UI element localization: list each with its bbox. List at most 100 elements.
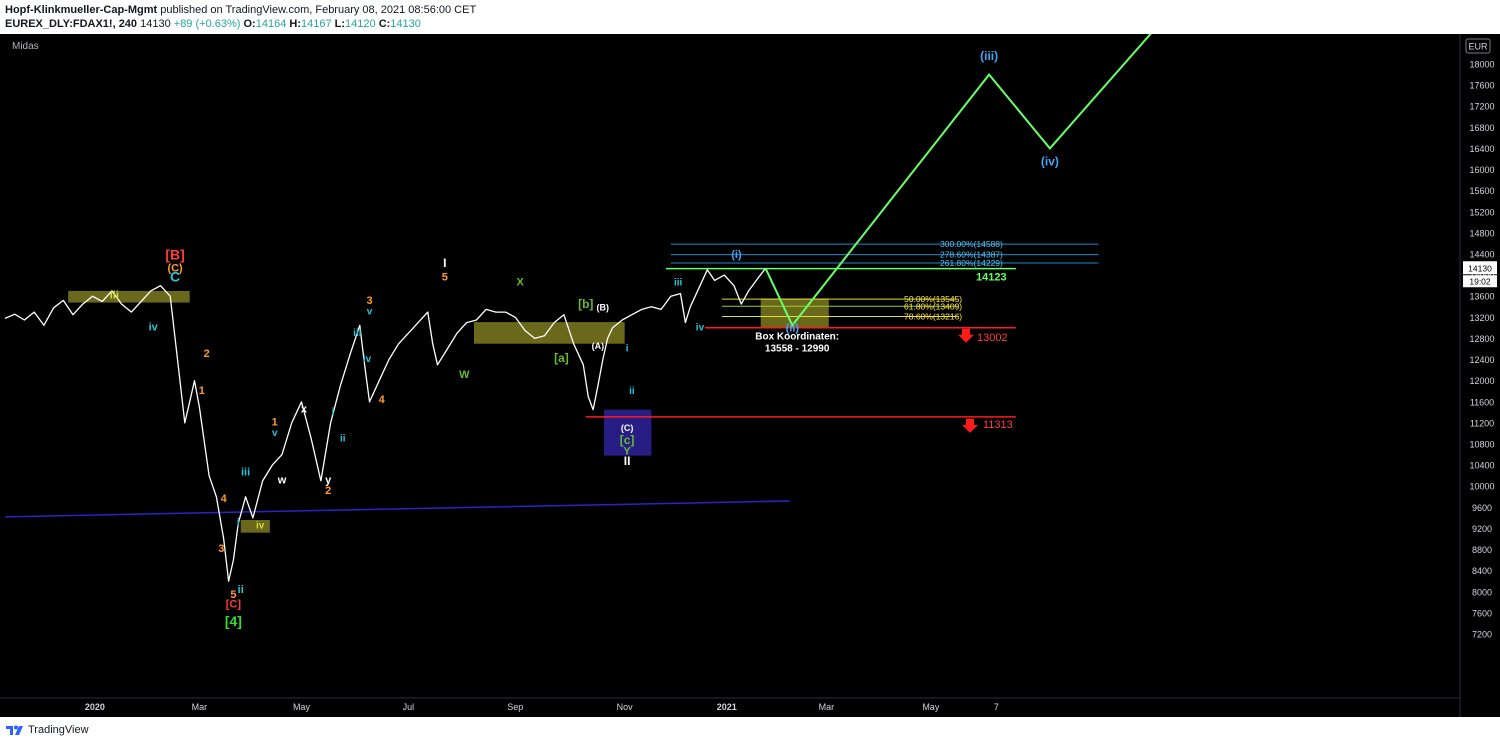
high-value: 14167: [300, 18, 332, 30]
wave-label: i: [626, 344, 629, 355]
x-tick-label: Sep: [507, 702, 523, 712]
y-tick-label: 14800: [1469, 228, 1494, 238]
x-tick-label: 2020: [85, 702, 105, 712]
last-price: 14130: [140, 18, 171, 30]
price-chart[interactable]: EUR 7200 7600 8000 8400 8800 9200 9600 10000 1040…: [0, 34, 1500, 717]
price-change: +89 (+0.63%): [173, 18, 241, 30]
ohlc-line: EUREX_DLY:FDAX1!, 240 14130 +89 (+0.63%)…: [5, 18, 421, 30]
high-label: H:: [289, 18, 301, 30]
y-tick-label: 12000: [1469, 376, 1494, 386]
fib-level-label: 61.80%(13409): [904, 301, 962, 311]
wave-label: ii: [238, 584, 244, 596]
wave-label: (B): [597, 302, 610, 312]
midas-line: [4, 500, 790, 518]
y-tick-label: 8000: [1472, 587, 1492, 597]
y-tick-label: 16000: [1469, 165, 1494, 175]
wave-label: iii: [674, 278, 683, 289]
wave-label: ii: [629, 386, 635, 397]
y-tick-label: 17600: [1469, 81, 1494, 91]
y-tick-label: 10800: [1469, 440, 1494, 450]
y-tick-label: 10000: [1469, 482, 1494, 492]
low-value: 14120: [345, 18, 376, 30]
x-tick-label: Mar: [819, 702, 835, 712]
wave-label: i: [332, 407, 335, 418]
wave-label: 3: [366, 295, 372, 307]
y-tick-label: 15200: [1469, 207, 1494, 217]
wave-label: 2: [204, 348, 210, 360]
level-label-14123: 14123: [976, 272, 1007, 284]
wave-label: ii: [340, 433, 346, 444]
wave-label: (iv): [1041, 154, 1059, 168]
wave-label: [C]: [226, 599, 242, 611]
wave-label: II: [624, 454, 631, 468]
open-label: O:: [243, 18, 256, 30]
down-arrow-icon: [958, 328, 974, 343]
wave-label: 2: [325, 485, 331, 497]
price-line: [4, 267, 767, 582]
symbol-label[interactable]: EUREX_DLY:FDAX1!, 240: [5, 18, 137, 30]
fib-level-label: 78.60%(13216): [904, 311, 962, 321]
author-name[interactable]: Hopf-Klinkmueller-Cap-Mgmt: [5, 4, 157, 16]
y-tick-label: 9600: [1472, 503, 1492, 513]
x-tick-label: Jul: [403, 702, 415, 712]
wave-label: w: [277, 475, 287, 487]
box-range: 13558 - 12990: [765, 343, 830, 354]
brand-name: TradingView: [28, 724, 89, 736]
x-tick-label: May: [293, 702, 311, 712]
published-text: published on TradingView.com, February 0…: [160, 4, 477, 16]
wave-label: iii: [353, 328, 362, 339]
wave-label: 4: [221, 493, 228, 505]
wave-label: 4: [379, 394, 386, 406]
wave-label: (ii): [786, 323, 800, 335]
wave-label: 5: [442, 271, 448, 283]
close-label: C:: [378, 18, 391, 30]
y-tick-label: 7600: [1472, 608, 1492, 618]
y-tick-label: 16400: [1469, 144, 1494, 154]
y-tick-label: 18000: [1469, 60, 1494, 70]
x-tick-label: Nov: [617, 702, 634, 712]
wave-label: iv: [696, 323, 705, 334]
y-tick-label: 7200: [1472, 630, 1492, 640]
wave-label: I: [443, 256, 446, 270]
y-tick-label: 11600: [1470, 397, 1494, 407]
x-tick-label: May: [922, 702, 940, 712]
wave-label: C: [170, 268, 180, 284]
level-label-11313: 11313: [983, 419, 1013, 431]
wave-label: iii: [110, 289, 119, 301]
close-value: 14130: [390, 18, 421, 30]
y-tick-label: 12400: [1469, 355, 1494, 365]
chart-header: Hopf-Klinkmueller-Cap-Mgmt published on …: [0, 0, 1500, 34]
down-arrow-icon: [962, 418, 978, 433]
wave-label: (C): [621, 423, 634, 433]
wave-label: (i): [731, 249, 742, 261]
wave-label: i: [237, 517, 240, 529]
wave-label: [B]: [165, 246, 184, 262]
y-tick-label: 14400: [1469, 250, 1494, 260]
wave-label: v: [367, 307, 373, 318]
tradingview-icon: [6, 725, 23, 735]
chart-footer: TradingView: [0, 717, 1500, 745]
y-tick-label: 17200: [1469, 102, 1494, 112]
y-tick-label: 13600: [1469, 292, 1494, 302]
wave-label: X: [516, 277, 524, 289]
y-tick-label: 8800: [1472, 545, 1492, 555]
indicator-label: Midas: [12, 41, 39, 52]
tradingview-logo[interactable]: TradingView: [6, 724, 89, 736]
wave-label: [a]: [554, 351, 569, 365]
y-tick-label: 11200: [1470, 418, 1494, 428]
low-label: L:: [334, 18, 346, 30]
wave-label: iv: [363, 354, 372, 365]
projection-path: [764, 34, 1152, 328]
wave-label: 1: [199, 385, 205, 397]
y-tick-label: 9200: [1472, 524, 1492, 534]
fib-level-label: 300.00%(14588): [940, 239, 1003, 249]
wave-label: [4]: [225, 613, 242, 629]
y-tick-label: 8400: [1472, 566, 1492, 576]
y-tick-label: 15600: [1469, 186, 1494, 196]
y-tick-label: 10400: [1469, 461, 1494, 471]
wave-label: 1: [272, 417, 278, 429]
countdown-tag-label: 19:02: [1469, 276, 1491, 286]
x-tick-label: 2021: [717, 702, 737, 712]
open-value: 14164: [255, 18, 287, 30]
y-tick-label: 12800: [1469, 334, 1494, 344]
